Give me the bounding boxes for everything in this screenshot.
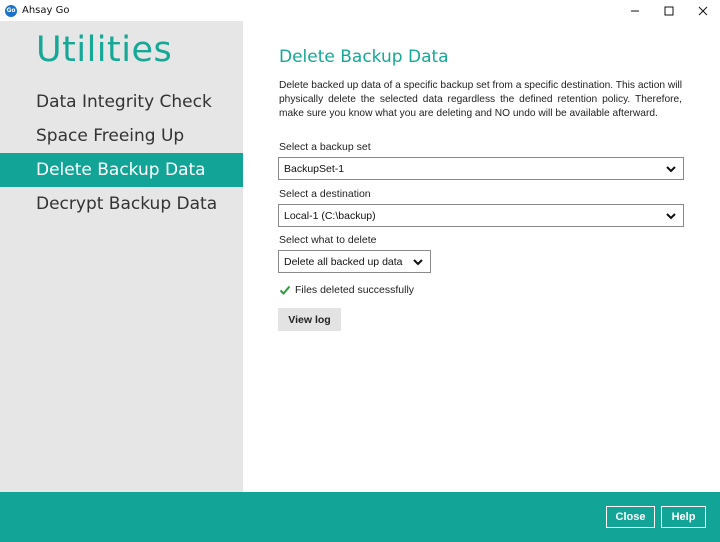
main-panel: Delete Backup Data Delete backed up data… [243, 21, 720, 492]
destination-value: Local-1 (C:\backup) [284, 209, 376, 222]
sidebar-item-space-freeing-up[interactable]: Space Freeing Up [0, 119, 243, 153]
sidebar-item-decrypt-backup-data[interactable]: Decrypt Backup Data [0, 187, 243, 221]
window-controls [618, 0, 720, 21]
backup-set-value: BackupSet-1 [284, 162, 345, 175]
window-title: Ahsay Go [22, 5, 70, 16]
destination-label: Select a destination [279, 188, 371, 200]
footer-bar: Close Help [0, 492, 720, 542]
sidebar: Utilities Data Integrity Check Space Fre… [0, 21, 243, 492]
what-to-delete-select[interactable]: Delete all backed up data [278, 250, 431, 273]
checkmark-icon [279, 285, 291, 295]
title-bar: Go Ahsay Go [0, 0, 720, 21]
status-text: Files deleted successfully [295, 284, 415, 296]
chevron-down-icon [666, 213, 676, 220]
maximize-icon [664, 6, 674, 15]
sidebar-item-delete-backup-data[interactable]: Delete Backup Data [0, 153, 243, 187]
chevron-down-icon [666, 166, 676, 173]
backup-set-label: Select a backup set [279, 141, 371, 153]
app-logo-icon: Go [5, 4, 17, 17]
description-text: Delete backed up data of a specific back… [279, 80, 682, 119]
window-close-button[interactable] [686, 0, 720, 21]
sidebar-item-data-integrity-check[interactable]: Data Integrity Check [0, 85, 243, 119]
close-icon [698, 6, 708, 15]
close-button[interactable]: Close [606, 506, 655, 528]
status-message: Files deleted successfully [279, 284, 414, 296]
chevron-down-icon [413, 259, 423, 266]
page-title: Delete Backup Data [279, 47, 449, 67]
destination-select[interactable]: Local-1 (C:\backup) [278, 204, 684, 227]
minimize-icon [631, 10, 639, 11]
backup-set-select[interactable]: BackupSet-1 [278, 157, 684, 180]
help-button[interactable]: Help [661, 506, 706, 528]
minimize-button[interactable] [618, 0, 652, 21]
maximize-button[interactable] [652, 0, 686, 21]
what-to-delete-value: Delete all backed up data [284, 255, 403, 268]
what-to-delete-label: Select what to delete [279, 234, 377, 246]
sidebar-title: Utilities [36, 30, 173, 70]
view-log-button[interactable]: View log [278, 308, 341, 331]
